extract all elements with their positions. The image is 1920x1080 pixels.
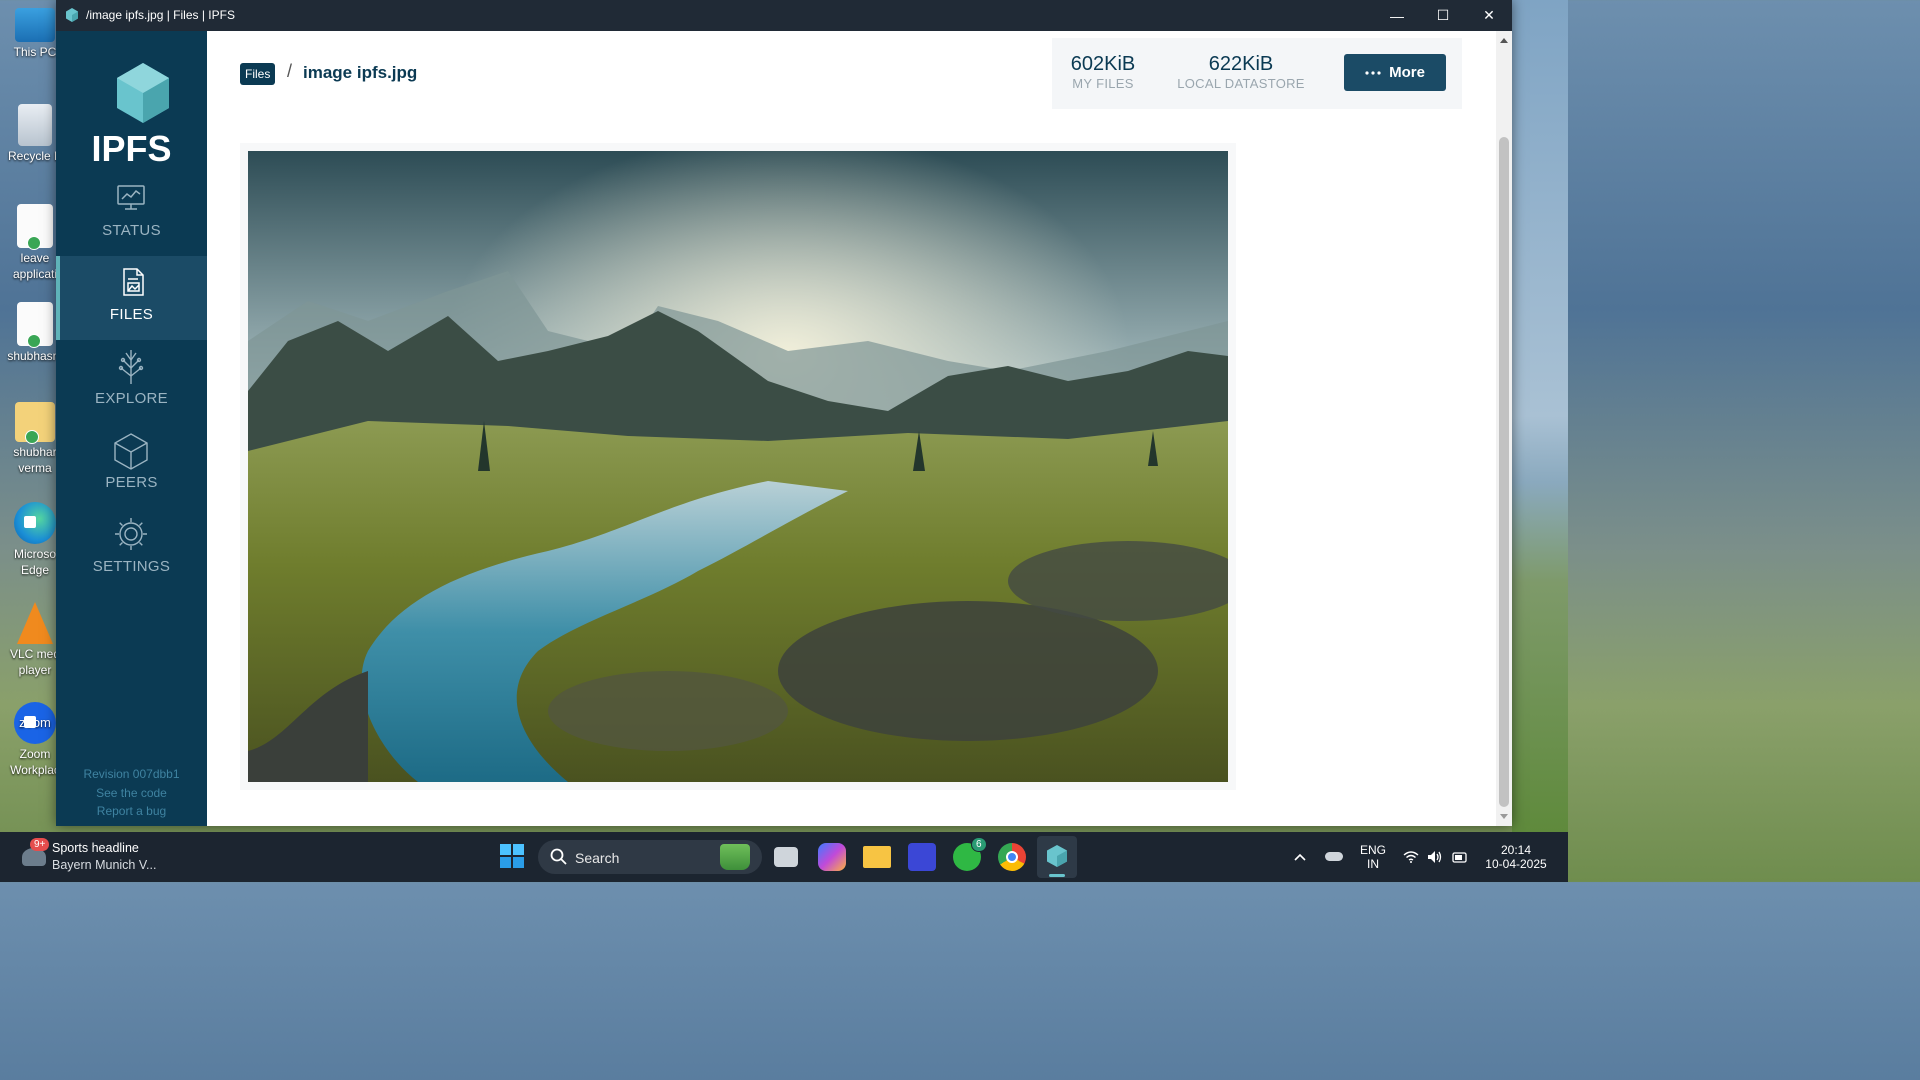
see-the-code-link[interactable]: See the code — [56, 786, 207, 800]
certificate-icon — [15, 402, 55, 444]
my-files-stat: 602KiB MY FILES — [1070, 53, 1136, 91]
recycle-bin-icon — [18, 104, 52, 146]
minimize-button[interactable]: — — [1374, 0, 1420, 31]
chrome-icon[interactable] — [998, 843, 1026, 871]
vertical-scrollbar[interactable] — [1496, 31, 1512, 826]
status-icon — [117, 185, 145, 210]
battery-icon[interactable] — [1452, 850, 1468, 864]
ipfs-taskbar-icon — [1047, 845, 1067, 867]
dots-icon — [1365, 70, 1381, 75]
document-icon — [17, 204, 53, 250]
edge-icon — [14, 502, 56, 544]
volume-icon[interactable] — [1427, 850, 1443, 864]
revision-text[interactable]: Revision 007dbb1 — [56, 767, 207, 781]
ipfs-desktop-window: /image ipfs.jpg | Files | IPFS — ☐ ✕ IPF… — [56, 0, 1512, 826]
more-button[interactable]: More — [1344, 54, 1446, 91]
nav-item-settings[interactable]: SETTINGS — [56, 508, 207, 592]
taskbar-search[interactable]: Search — [538, 840, 762, 874]
nav-item-explore[interactable]: EXPLORE — [56, 340, 207, 424]
monitor-icon — [15, 8, 55, 42]
whatsapp-icon[interactable]: 6 — [953, 837, 987, 871]
file-explorer-icon[interactable] — [863, 846, 891, 868]
ipfs-app-icon — [66, 8, 78, 22]
breadcrumb-current-file: image ipfs.jpg — [303, 63, 418, 82]
file-preview — [240, 143, 1236, 790]
ipfs-logo-icon — [117, 63, 169, 123]
news-subtitle: Bayern Munich V... — [52, 858, 157, 872]
zoom-icon: zoom — [14, 702, 56, 744]
scroll-up-icon[interactable] — [1500, 38, 1508, 43]
breadcrumb-separator: / — [287, 61, 293, 81]
windows-icon — [500, 844, 524, 868]
desktop-wallpaper-strip — [1512, 0, 1568, 832]
files-icon — [123, 268, 144, 296]
document-icon — [17, 302, 53, 348]
scroll-thumb[interactable] — [1499, 137, 1509, 807]
news-badge: 9+ — [30, 838, 50, 851]
local-datastore-stat: 622KiB LOCAL DATASTORE — [1177, 53, 1305, 91]
onedrive-icon[interactable] — [1325, 852, 1343, 861]
news-widget[interactable]: 9+ Sports headline Bayern Munich V... — [18, 838, 178, 876]
nav-item-status[interactable]: STATUS — [56, 172, 207, 256]
language-indicator[interactable]: ENG IN — [1357, 843, 1389, 871]
editor-app-icon[interactable] — [908, 843, 936, 871]
ipfs-logo-text: IPFS — [91, 128, 172, 169]
breadcrumb-files[interactable]: Files — [240, 63, 276, 85]
close-button[interactable]: ✕ — [1466, 0, 1512, 31]
search-placeholder: Search — [575, 850, 620, 866]
chevron-up-icon[interactable] — [1294, 853, 1306, 861]
task-view-icon[interactable] — [774, 847, 798, 867]
news-title: Sports headline — [52, 841, 139, 855]
report-bug-link[interactable]: Report a bug — [56, 804, 207, 818]
explore-icon — [118, 350, 144, 384]
sidebar: IPFS STATUS FILES EXPLORE PEERS SETTINGS… — [56, 31, 211, 826]
start-button[interactable] — [499, 843, 527, 871]
preview-image[interactable] — [248, 151, 1228, 782]
wifi-icon[interactable] — [1403, 851, 1419, 863]
ipfs-taskbar-button[interactable] — [1037, 836, 1077, 878]
maximize-button[interactable]: ☐ — [1420, 0, 1466, 31]
clock-time: 20:14 — [1500, 843, 1532, 857]
vlc-cone-icon — [17, 602, 53, 644]
search-icon — [550, 848, 567, 865]
whatsapp-badge: 6 — [971, 837, 987, 852]
copilot-icon[interactable] — [818, 843, 846, 871]
clock-date: 10-04-2025 — [1485, 857, 1547, 871]
peers-icon — [114, 433, 148, 470]
window-title: /image ipfs.jpg | Files | IPFS — [86, 8, 235, 22]
settings-icon — [115, 518, 147, 550]
search-highlight-icon — [720, 844, 750, 870]
main-content: Files / image ipfs.jpg 602KiB MY FILES 6… — [207, 31, 1496, 826]
clock[interactable]: 20:14 10-04-2025 — [1480, 843, 1552, 871]
scroll-down-icon[interactable] — [1500, 814, 1508, 819]
nav-item-peers[interactable]: PEERS — [56, 424, 207, 508]
repo-stats: 602KiB MY FILES 622KiB LOCAL DATASTORE M… — [1052, 38, 1462, 109]
title-bar: /image ipfs.jpg | Files | IPFS — ☐ ✕ — [56, 0, 1512, 31]
nav-item-files[interactable]: FILES — [56, 256, 211, 340]
taskbar: 9+ Sports headline Bayern Munich V... Se… — [0, 832, 1568, 882]
